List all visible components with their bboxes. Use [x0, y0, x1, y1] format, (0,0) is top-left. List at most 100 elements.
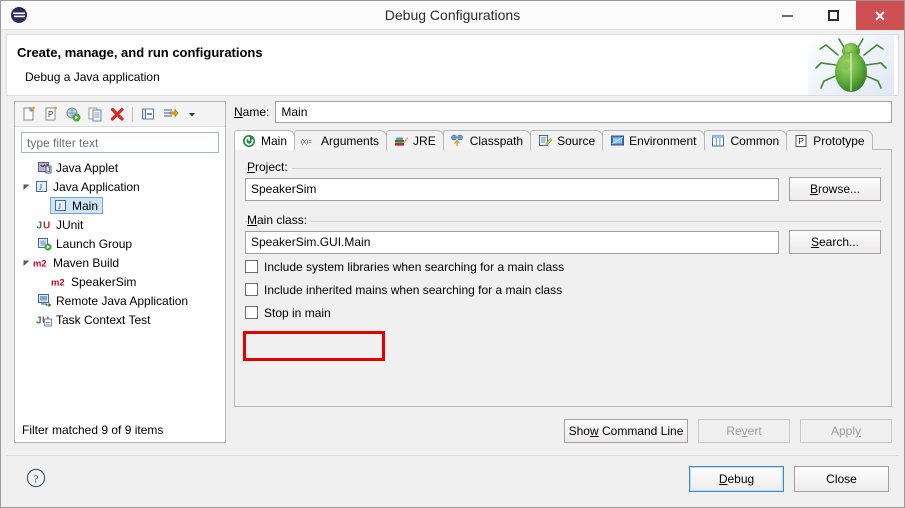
arguments-tab-icon: (x)= — [301, 133, 317, 149]
tree-item-label: Maven Build — [53, 255, 120, 270]
tab-main[interactable]: Main — [234, 130, 296, 150]
tab-jre[interactable]: JRE — [386, 130, 444, 150]
launch-group-icon — [36, 236, 52, 252]
apply-label: Apply — [830, 424, 862, 438]
tree-item-label: Task Context Test — [56, 312, 151, 327]
green-bug-icon — [808, 35, 894, 95]
tab-environment[interactable]: Environment — [602, 130, 705, 150]
close-icon: ✕ — [874, 7, 886, 24]
browse-button-label: Browse... — [809, 182, 861, 196]
tree-item-remote-java-application[interactable]: Remote Java Application — [15, 291, 225, 310]
configuration-tabs: Main (x)= Arguments JRE Classpath Source… — [234, 129, 892, 150]
maven-icon: m2 — [51, 274, 67, 290]
configuration-name-label: Name: — [234, 105, 270, 119]
tab-label: JRE — [413, 133, 436, 148]
tree-item-label: SpeakerSim — [71, 274, 137, 289]
browse-button[interactable]: Browse... — [789, 177, 881, 201]
tab-classpath[interactable]: Classpath — [442, 130, 532, 150]
export-configuration-icon[interactable] — [62, 104, 84, 125]
classpath-tab-icon — [450, 133, 466, 149]
stop-in-main-row[interactable]: Stop in main — [245, 302, 881, 323]
header-subtitle: Debug a Java application — [25, 70, 160, 84]
filter-status-text: Filter matched 9 of 9 items — [15, 417, 225, 442]
collapse-all-icon[interactable] — [137, 104, 159, 125]
tab-prototype[interactable]: P Prototype — [786, 130, 873, 150]
tree-item-label: Launch Group — [56, 236, 133, 251]
group-divider — [245, 221, 881, 222]
tree-item-java-application[interactable]: J Java Application — [15, 177, 225, 196]
project-input[interactable] — [245, 177, 779, 201]
tab-label: Environment — [629, 133, 697, 148]
new-prototype-icon[interactable]: P — [40, 104, 62, 125]
close-button[interactable]: ✕ — [856, 1, 904, 30]
tree-item-junit[interactable]: J U JUnit — [15, 215, 225, 234]
svg-text:J: J — [36, 316, 42, 327]
svg-text:U: U — [43, 221, 50, 232]
include-inherited-mains-checkbox[interactable] — [245, 283, 258, 296]
delete-configuration-icon[interactable] — [106, 104, 128, 125]
svg-text:J: J — [39, 183, 42, 192]
chevron-down-icon[interactable] — [181, 104, 203, 125]
main-class-field-row: Search... — [245, 230, 881, 254]
include-system-libraries-row[interactable]: Include system libraries when searching … — [245, 256, 881, 277]
tab-source[interactable]: Source — [530, 130, 604, 150]
environment-tab-icon — [609, 133, 625, 149]
include-system-libraries-checkbox[interactable] — [245, 260, 258, 273]
main-tab-panel: Project: Browse... Main class: — [234, 149, 892, 407]
svg-text:J: J — [47, 167, 51, 174]
svg-text:m2: m2 — [51, 276, 65, 287]
maximize-icon — [827, 10, 839, 21]
duplicate-configuration-icon[interactable] — [84, 104, 106, 125]
expand-arrow-icon[interactable] — [21, 181, 32, 192]
java-application-icon: J — [33, 179, 49, 195]
project-group: Project: Browse... — [245, 160, 881, 201]
toolbar-separator — [132, 106, 133, 122]
tree-item-main[interactable]: J Main — [15, 196, 225, 215]
show-command-line-button[interactable]: Show Command Line — [564, 419, 688, 443]
search-button[interactable]: Search... — [789, 230, 881, 254]
help-question-icon[interactable]: ? — [26, 468, 46, 488]
revert-button: Revert — [698, 419, 790, 443]
remote-java-application-icon — [36, 293, 52, 309]
tree-item-speakersim[interactable]: m2 SpeakerSim — [15, 272, 225, 291]
configuration-name-input[interactable] — [275, 101, 892, 123]
checkbox-label: Include inherited mains when searching f… — [264, 282, 563, 297]
configuration-name-row: Name: — [234, 101, 892, 123]
svg-text:(x)=: (x)= — [301, 138, 312, 145]
java-applet-icon: J — [36, 160, 52, 176]
close-button-label: Close — [826, 472, 857, 486]
filter-icon[interactable] — [159, 104, 181, 125]
filter-input[interactable] — [21, 132, 219, 153]
tree-item-label: Java Applet — [56, 160, 119, 175]
tab-common[interactable]: Common — [703, 130, 788, 150]
tab-label: Classpath — [469, 133, 524, 148]
tree-item-maven-build[interactable]: m2 Maven Build — [15, 253, 225, 272]
svg-text:J: J — [58, 202, 61, 211]
main-tab-icon — [241, 133, 257, 149]
tree-item-task-context-test[interactable]: J U Task Context Test — [15, 310, 225, 329]
close-dialog-button[interactable]: Close — [794, 466, 889, 492]
expand-arrow-icon[interactable] — [21, 257, 32, 268]
launch-configurations-tree[interactable]: J Java Applet J Java Application J Main … — [15, 156, 225, 416]
tree-item-launch-group[interactable]: Launch Group — [15, 234, 225, 253]
dialog-body: P type filter text J Java Applet J Java … — [6, 98, 899, 451]
maximize-button[interactable] — [810, 1, 856, 30]
footer-buttons: Debug Close — [679, 466, 889, 492]
svg-text:m2: m2 — [33, 257, 47, 268]
debug-button[interactable]: Debug — [689, 466, 784, 492]
tab-label: Source — [557, 133, 596, 148]
show-command-line-label: Show Command Line — [568, 424, 684, 438]
stop-in-main-checkbox[interactable] — [245, 306, 258, 319]
configurations-tree-pane: P type filter text J Java Applet J Java … — [14, 101, 226, 443]
group-divider — [245, 168, 881, 169]
minimize-button[interactable] — [764, 1, 810, 30]
checkbox-label: Stop in main — [264, 305, 331, 320]
include-inherited-mains-row[interactable]: Include inherited mains when searching f… — [245, 279, 881, 300]
tree-item-java-applet[interactable]: J Java Applet — [15, 158, 225, 177]
tree-item-label: Main — [72, 198, 99, 213]
project-label: Project: — [247, 160, 292, 174]
new-configuration-icon[interactable] — [18, 104, 40, 125]
main-class-input[interactable] — [245, 230, 779, 254]
header-title: Create, manage, and run configurations — [17, 45, 263, 60]
tab-arguments[interactable]: (x)= Arguments — [294, 130, 388, 150]
